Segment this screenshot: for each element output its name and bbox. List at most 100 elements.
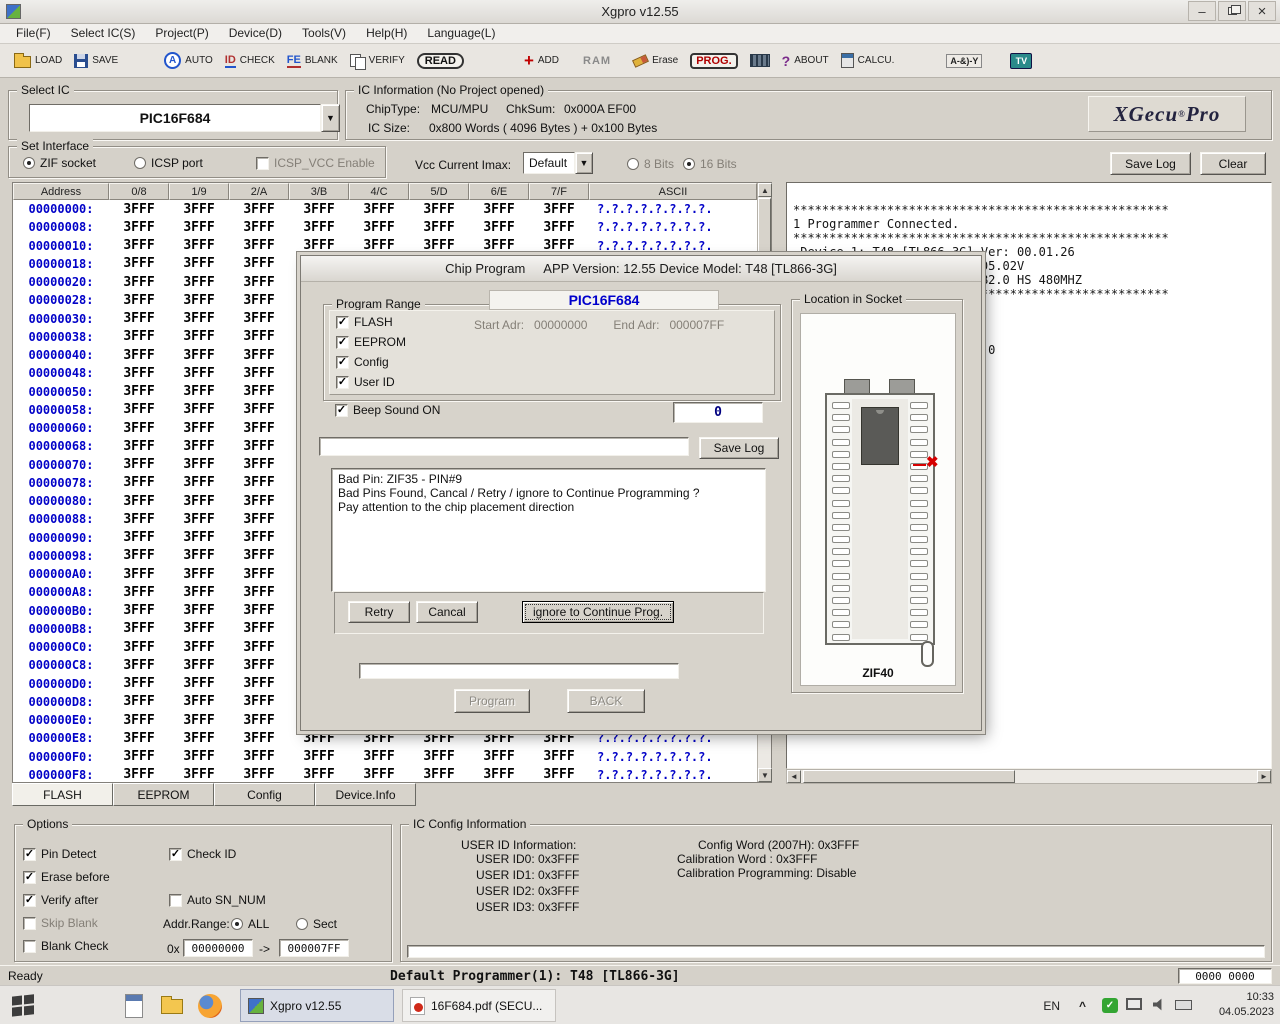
hex-cell[interactable]: 3FFF bbox=[349, 729, 409, 747]
prog-button[interactable]: PROG. bbox=[684, 46, 743, 76]
hex-cell[interactable]: 3FFF bbox=[409, 218, 469, 236]
hex-cell[interactable]: 3FFF bbox=[229, 638, 289, 656]
hex-cell[interactable]: 3FFF bbox=[169, 419, 229, 437]
hex-cell[interactable]: 3FFF bbox=[169, 200, 229, 218]
keyboard-tray-icon[interactable] bbox=[1175, 1000, 1192, 1010]
program-button[interactable]: Program bbox=[454, 689, 530, 713]
hex-cell[interactable]: 3FFF bbox=[109, 474, 169, 492]
range-option-eeprom[interactable]: ✓EEPROM bbox=[336, 335, 406, 349]
hex-cell[interactable]: 3FFF bbox=[169, 620, 229, 638]
hex-cell[interactable]: 3FFF bbox=[529, 200, 589, 218]
hex-cell[interactable]: 3FFF bbox=[109, 729, 169, 747]
vcc-current-combobox[interactable]: Default bbox=[523, 152, 575, 174]
hex-cell[interactable]: 3FFF bbox=[349, 237, 409, 255]
hex-cell[interactable]: 3FFF bbox=[229, 565, 289, 583]
hex-cell[interactable]: 3FFF bbox=[229, 237, 289, 255]
hex-cell[interactable]: 3FFF bbox=[289, 237, 349, 255]
taskbar-task-xgpro[interactable]: Xgpro v12.55 bbox=[240, 989, 394, 1022]
addr-from-input[interactable] bbox=[183, 939, 253, 957]
hex-cell[interactable]: 3FFF bbox=[109, 675, 169, 693]
hex-cell[interactable]: 3FFF bbox=[169, 255, 229, 273]
blank-check-checkbox[interactable]: Blank Check bbox=[23, 939, 108, 953]
hex-cell[interactable]: 3FFF bbox=[169, 547, 229, 565]
hex-cell[interactable]: 3FFF bbox=[169, 711, 229, 729]
ram-button[interactable]: RAM bbox=[577, 46, 617, 76]
16-bits-radio[interactable]: 16 Bits bbox=[683, 157, 737, 171]
hex-cell[interactable]: 3FFF bbox=[469, 200, 529, 218]
hex-cell[interactable]: 3FFF bbox=[229, 310, 289, 328]
hex-cell[interactable]: 3FFF bbox=[169, 583, 229, 601]
hex-cell[interactable]: 3FFF bbox=[229, 474, 289, 492]
hex-cell[interactable]: 3FFF bbox=[409, 766, 469, 782]
check-button[interactable]: IDCHECK bbox=[219, 46, 281, 76]
range-option-flash[interactable]: ✓FLASH bbox=[336, 315, 406, 329]
tab-config[interactable]: Config bbox=[214, 783, 315, 806]
ic-test-button[interactable] bbox=[744, 46, 776, 76]
tab-eeprom[interactable]: EEPROM bbox=[113, 783, 214, 806]
hex-cell[interactable]: 3FFF bbox=[229, 492, 289, 510]
hex-cell[interactable]: 3FFF bbox=[169, 437, 229, 455]
hex-cell[interactable]: 3FFF bbox=[469, 748, 529, 766]
calculator-button[interactable]: CALCU. bbox=[835, 46, 901, 76]
hex-cell[interactable]: 3FFF bbox=[229, 620, 289, 638]
hex-cell[interactable]: 3FFF bbox=[349, 218, 409, 236]
hex-cell[interactable]: 3FFF bbox=[529, 748, 589, 766]
beep-sound-checkbox[interactable]: ✓Beep Sound ON bbox=[335, 403, 440, 417]
skip-blank-checkbox[interactable]: Skip Blank bbox=[23, 916, 98, 930]
erase-button[interactable]: Erase bbox=[627, 46, 684, 76]
hex-cell[interactable]: 3FFF bbox=[229, 273, 289, 291]
hex-cell[interactable]: 3FFF bbox=[229, 401, 289, 419]
hex-cell[interactable]: 3FFF bbox=[469, 729, 529, 747]
addr-range-all-radio[interactable]: ALL bbox=[231, 917, 269, 931]
menu-projectp[interactable]: Project(P) bbox=[145, 24, 218, 43]
hex-cell[interactable]: 3FFF bbox=[169, 218, 229, 236]
taskbar-calculator-button[interactable] bbox=[118, 991, 150, 1021]
network-tray-icon[interactable] bbox=[1126, 998, 1142, 1010]
check-id-checkbox[interactable]: ✓Check ID bbox=[169, 847, 236, 861]
hex-cell[interactable]: 3FFF bbox=[229, 291, 289, 309]
hex-cell[interactable]: 3FFF bbox=[229, 748, 289, 766]
hex-cell[interactable]: 3FFF bbox=[529, 729, 589, 747]
save-button[interactable]: SAVE bbox=[68, 46, 124, 76]
scroll-left-button[interactable]: ◄ bbox=[787, 770, 801, 783]
tab-flash[interactable]: FLASH bbox=[12, 783, 113, 806]
hex-cell[interactable]: 3FFF bbox=[289, 200, 349, 218]
tab-device-info[interactable]: Device.Info bbox=[315, 783, 416, 806]
menu-toolsv[interactable]: Tools(V) bbox=[292, 24, 356, 43]
hex-cell[interactable]: 3FFF bbox=[229, 510, 289, 528]
hex-cell[interactable]: 3FFF bbox=[409, 748, 469, 766]
menu-helph[interactable]: Help(H) bbox=[356, 24, 417, 43]
hex-cell[interactable]: 3FFF bbox=[109, 583, 169, 601]
hex-cell[interactable]: 3FFF bbox=[109, 200, 169, 218]
auto-sn-checkbox[interactable]: Auto SN_NUM bbox=[169, 893, 266, 907]
hex-cell[interactable]: 3FFF bbox=[169, 565, 229, 583]
back-button[interactable]: BACK bbox=[567, 689, 645, 713]
hex-cell[interactable]: 3FFF bbox=[109, 255, 169, 273]
logic-test-button[interactable]: A-&)-Y bbox=[940, 46, 988, 76]
hex-cell[interactable]: 3FFF bbox=[109, 565, 169, 583]
hex-cell[interactable]: 3FFF bbox=[229, 693, 289, 711]
hex-cell[interactable]: 3FFF bbox=[229, 218, 289, 236]
hex-cell[interactable]: 3FFF bbox=[529, 237, 589, 255]
security-tray-icon[interactable]: ✓ bbox=[1102, 998, 1118, 1013]
hex-cell[interactable]: 3FFF bbox=[469, 766, 529, 782]
scroll-down-button[interactable]: ▼ bbox=[758, 768, 772, 782]
scroll-up-button[interactable]: ▲ bbox=[758, 183, 772, 197]
hex-cell[interactable]: 3FFF bbox=[409, 729, 469, 747]
tv-button[interactable]: TV bbox=[1004, 46, 1038, 76]
hex-cell[interactable]: 3FFF bbox=[169, 237, 229, 255]
hex-cell[interactable]: 3FFF bbox=[169, 383, 229, 401]
hex-cell[interactable]: 3FFF bbox=[109, 237, 169, 255]
hex-cell[interactable]: 3FFF bbox=[349, 748, 409, 766]
menu-languagel[interactable]: Language(L) bbox=[417, 24, 505, 43]
hex-cell[interactable]: 3FFF bbox=[229, 602, 289, 620]
cancel-button[interactable]: Cancal bbox=[416, 601, 478, 623]
volume-tray-icon[interactable] bbox=[1153, 998, 1166, 1011]
hex-cell[interactable]: 3FFF bbox=[109, 748, 169, 766]
scrollbar-thumb[interactable] bbox=[758, 198, 771, 254]
range-option-user-id[interactable]: ✓User ID bbox=[336, 375, 406, 389]
hex-cell[interactable]: 3FFF bbox=[109, 492, 169, 510]
load-button[interactable]: LOAD bbox=[8, 46, 68, 76]
hex-cell[interactable]: 3FFF bbox=[169, 529, 229, 547]
about-button[interactable]: ?ABOUT bbox=[776, 46, 835, 76]
